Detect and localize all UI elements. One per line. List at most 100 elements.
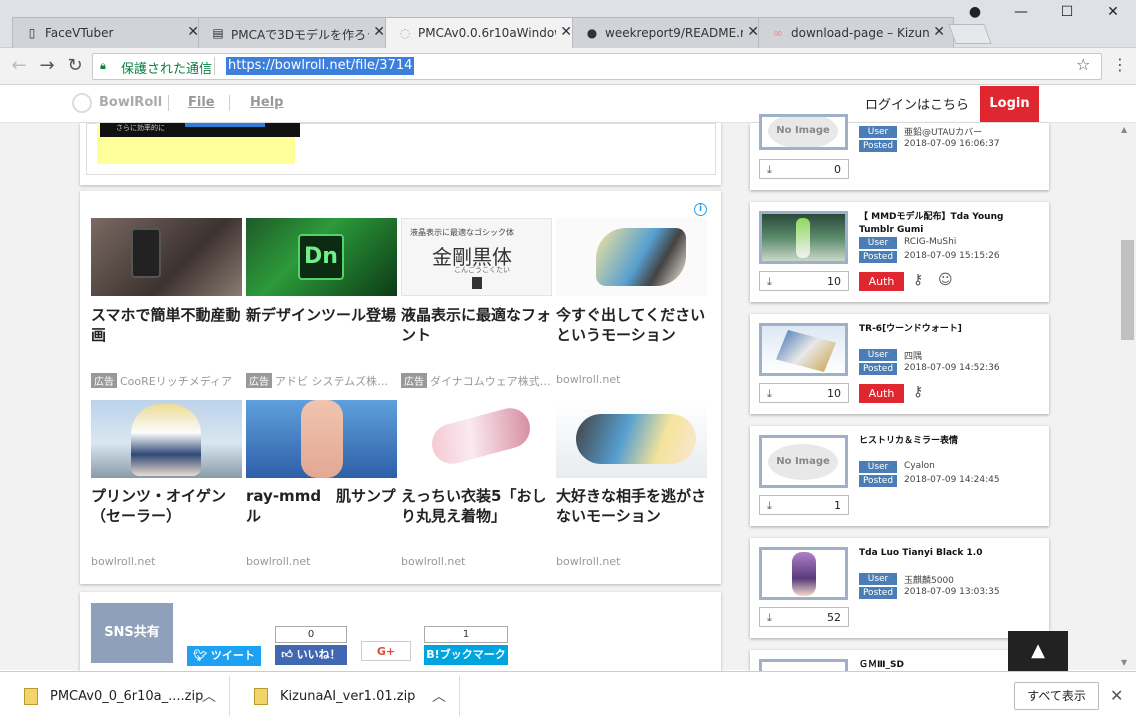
- file-thumbnail[interactable]: [759, 547, 848, 600]
- file-card[interactable]: No Image User 亜鉛@UTAUカバー Posted 2018-07-…: [750, 114, 1049, 190]
- file-user[interactable]: 四隅: [904, 349, 922, 362]
- file-title[interactable]: ヒストリカ＆ミラー表情: [859, 435, 1041, 448]
- profile-icon[interactable]: ●: [960, 4, 990, 26]
- nav-file-link[interactable]: File: [188, 95, 215, 110]
- tab-pmca-active[interactable]: ◌ PMCAv0.0.6r10aWindow ✕: [385, 17, 581, 49]
- download-count: 52: [827, 611, 841, 624]
- url-text[interactable]: https://bowlroll.net/file/3714: [226, 57, 415, 75]
- file-user[interactable]: 玉麒麟5000: [904, 573, 954, 586]
- forward-icon[interactable]: →: [35, 54, 59, 78]
- file-title[interactable]: Tda Luo Tianyi Black 1.0: [859, 547, 1041, 560]
- ad-title[interactable]: 大好きな相手を逃がさないモーション: [556, 486, 712, 526]
- file-user[interactable]: Cyalon: [904, 461, 935, 471]
- file-user[interactable]: RCIG-MuShi: [904, 237, 956, 247]
- file-card[interactable]: 【 MMDモデル配布】Tda Young Tumblr Gumi User RC…: [750, 202, 1049, 302]
- download-filename: PMCAv0_0_6r10a_....zip: [50, 689, 204, 704]
- ad-title[interactable]: えっちい衣装5「おしり丸見え着物」: [401, 486, 557, 526]
- login-button[interactable]: Login: [980, 86, 1039, 122]
- chevron-up-icon[interactable]: ︿: [432, 686, 446, 706]
- ad-title[interactable]: スマホで簡単不動産動画: [91, 305, 247, 345]
- close-icon[interactable]: ✕: [560, 24, 572, 40]
- scroll-down-icon[interactable]: ▼: [1121, 658, 1127, 667]
- ad-image-prinz[interactable]: [91, 400, 242, 478]
- download-count: 10: [827, 275, 841, 288]
- download-icon: ⤓: [767, 499, 772, 512]
- reload-icon[interactable]: ↻: [63, 54, 87, 78]
- scrollbar-track[interactable]: [1119, 123, 1136, 670]
- tab-pmca-guide[interactable]: ▤ PMCAで3Dモデルを作ろう ✕: [198, 17, 394, 48]
- back-to-top-button[interactable]: ▲: [1008, 631, 1068, 671]
- file-posted: 2018-07-09 13:03:35: [904, 587, 1000, 597]
- file-posted: 2018-07-09 15:15:26: [904, 251, 1000, 261]
- auth-badge[interactable]: Auth: [859, 384, 904, 403]
- file-card[interactable]: No Image ヒストリカ＆ミラー表情 User Cyalon Posted …: [750, 426, 1049, 526]
- kizuna-icon: ∞: [773, 26, 783, 40]
- tab-facevtuber[interactable]: ▯ FaceVTuber ✕: [12, 17, 208, 48]
- ad-source: 広告 ダイナコムウェア株式…: [401, 373, 553, 389]
- ad-image-motion2[interactable]: [556, 400, 707, 478]
- file-thumbnail[interactable]: [759, 323, 848, 376]
- auth-badge[interactable]: Auth: [859, 272, 904, 291]
- maximize-icon[interactable]: ☐: [1052, 4, 1082, 26]
- ad-image-motion1[interactable]: [556, 218, 707, 296]
- nav-help-link[interactable]: Help: [250, 95, 283, 110]
- ad-source: 広告 CooREリッチメディア: [91, 373, 243, 389]
- ad-title[interactable]: 今すぐ出してくださいというモーション: [556, 305, 712, 345]
- logo-icon[interactable]: [72, 93, 92, 113]
- download-item[interactable]: KizunaAI_ver1.01.zip ︿: [230, 676, 460, 716]
- scrollbar-thumb[interactable]: [1121, 240, 1134, 340]
- tab-kizuna[interactable]: ∞ download-page – Kizuna ✕: [758, 17, 954, 48]
- close-icon[interactable]: ✕: [933, 24, 945, 40]
- ad-title[interactable]: 液晶表示に最適なフォント: [401, 305, 557, 345]
- gplus-button[interactable]: G+: [361, 641, 411, 661]
- hatena-bookmark-button[interactable]: B!ブックマーク: [424, 645, 508, 665]
- file-thumbnail[interactable]: No Image: [759, 114, 848, 150]
- file-title[interactable]: 【 MMDモデル配布】Tda Young Tumblr Gumi: [859, 211, 1041, 237]
- close-icon[interactable]: ✕: [373, 24, 385, 40]
- file-card[interactable]: ＧＭⅢ_SD: [750, 650, 1049, 671]
- scroll-up-icon[interactable]: ▲: [1121, 125, 1127, 134]
- ad-image-font[interactable]: 液晶表示に最適なゴシック体 金剛黒体 こんごうこくたい: [401, 218, 552, 296]
- ad-info-icon[interactable]: i: [694, 203, 707, 216]
- ad-image-phone[interactable]: [91, 218, 242, 296]
- ad-source: bowlroll.net: [556, 555, 621, 568]
- minimize-icon[interactable]: —: [1006, 4, 1036, 26]
- ad-image-raymmd[interactable]: [246, 400, 397, 478]
- tweet-button[interactable]: 🐦︎ ツイート: [187, 646, 261, 666]
- tab-title: PMCAで3Dモデルを作ろう: [231, 28, 369, 42]
- download-item[interactable]: PMCAv0_0_6r10a_....zip ︿: [0, 676, 230, 716]
- file-user[interactable]: 亜鉛@UTAUカバー: [904, 125, 982, 138]
- zip-file-icon: [254, 688, 268, 705]
- login-prompt-link[interactable]: ログインはこちら: [865, 94, 969, 113]
- file-card[interactable]: TR-6[ウーンドウォート] User 四隅 Posted 2018-07-09…: [750, 314, 1049, 414]
- tab-github[interactable]: ● weekreport9/README.m ✕: [572, 17, 768, 48]
- ad-title[interactable]: 新デザインツール登場: [246, 305, 402, 325]
- file-thumbnail[interactable]: No Image: [759, 435, 848, 488]
- show-all-downloads-button[interactable]: すべて表示: [1014, 682, 1099, 710]
- close-icon[interactable]: ✕: [1110, 686, 1123, 705]
- divider: [229, 95, 230, 111]
- chevron-up-icon[interactable]: ︿: [202, 686, 216, 706]
- lock-icon: 🔒︎: [100, 59, 106, 72]
- bookmark-star-icon[interactable]: ☆: [1076, 55, 1090, 74]
- ad-title[interactable]: プリンツ・オイゲン（セーラー）: [91, 486, 247, 526]
- file-title[interactable]: TR-6[ウーンドウォート]: [859, 323, 1041, 336]
- thumbs-up-icon: 👍︎: [281, 648, 297, 661]
- site-brand[interactable]: BowlRoll: [99, 95, 162, 110]
- posted-tag: Posted: [859, 140, 897, 152]
- file-card[interactable]: Tda Luo Tianyi Black 1.0 User 玉麒麟5000 Po…: [750, 538, 1049, 638]
- like-button[interactable]: 👍︎ いいね！: [275, 645, 347, 665]
- ad-title[interactable]: ray-mmd 肌サンプル: [246, 486, 402, 526]
- tab-title: weekreport9/README.m: [605, 26, 743, 40]
- menu-icon[interactable]: ⋮: [1112, 55, 1128, 74]
- file-thumbnail[interactable]: [759, 211, 848, 264]
- file-thumbnail[interactable]: [759, 659, 848, 671]
- ad-badge: 広告: [401, 373, 427, 388]
- ad-badge: 広告: [246, 373, 272, 388]
- new-tab-button[interactable]: [948, 24, 992, 44]
- ad-image-dn[interactable]: Dn: [246, 218, 397, 296]
- ad-source-text: CooREリッチメディア: [120, 375, 232, 388]
- back-icon[interactable]: ←: [7, 54, 31, 78]
- window-close-icon[interactable]: ✕: [1098, 4, 1128, 26]
- ad-image-kimono[interactable]: [401, 400, 552, 478]
